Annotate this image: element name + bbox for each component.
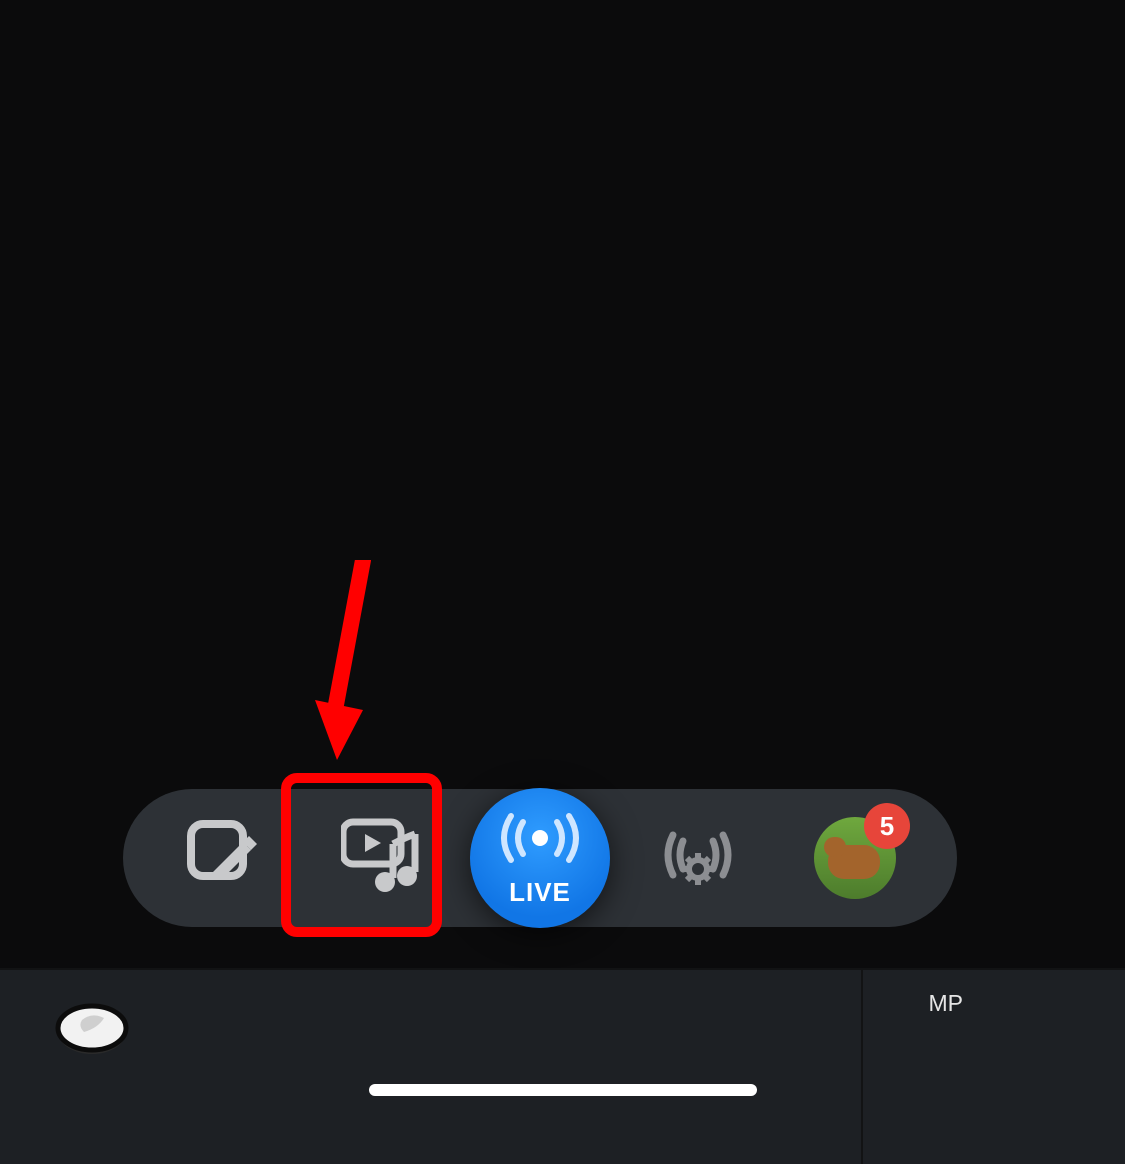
notification-count: 5: [880, 811, 894, 842]
compose-button[interactable]: [183, 816, 267, 900]
mp-label: MP: [929, 990, 964, 1017]
coin-icon[interactable]: [54, 1002, 132, 1060]
broadcast-icon: [495, 808, 585, 873]
home-indicator[interactable]: [369, 1084, 757, 1096]
profile-avatar[interactable]: 5: [813, 816, 897, 900]
create-pill-bar: 5 LIVE: [123, 789, 957, 927]
notification-badge: 5: [864, 803, 910, 849]
compose-note-icon: [187, 820, 263, 897]
annotation-highlight-box: [281, 773, 442, 937]
live-label: LIVE: [509, 877, 571, 908]
broadcast-settings-icon: [655, 813, 741, 904]
bottom-bar-divider: [861, 970, 863, 1164]
live-button[interactable]: LIVE: [470, 788, 610, 928]
bottom-bar: MP: [0, 968, 1125, 1164]
annotation-arrow-icon: [315, 560, 375, 780]
avatar-image: 5: [814, 817, 896, 899]
broadcast-settings-button[interactable]: [656, 816, 740, 900]
